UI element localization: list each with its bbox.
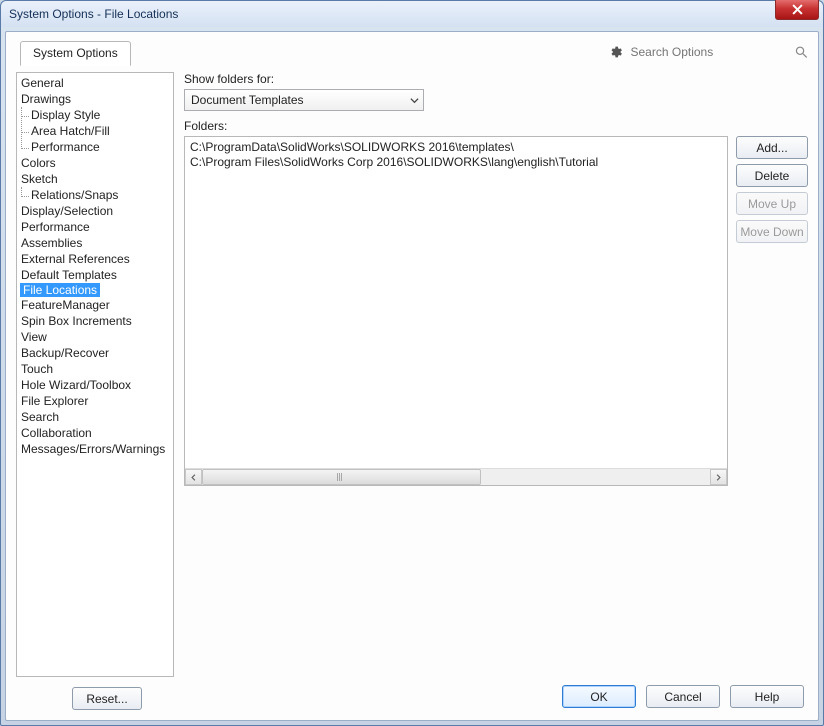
close-button[interactable] bbox=[775, 0, 819, 20]
cancel-button[interactable]: Cancel bbox=[646, 685, 720, 708]
horizontal-scrollbar[interactable] bbox=[185, 468, 727, 485]
add-button[interactable]: Add... bbox=[736, 136, 808, 159]
scroll-track[interactable] bbox=[202, 469, 710, 485]
tree-item[interactable]: Colors bbox=[17, 155, 173, 171]
move-up-button[interactable]: Move Up bbox=[736, 192, 808, 215]
scroll-right-button[interactable] bbox=[710, 469, 727, 485]
tree-item[interactable]: External References bbox=[17, 251, 173, 267]
folders-label: Folders: bbox=[184, 119, 808, 133]
folders-listbox[interactable]: C:\ProgramData\SolidWorks\SOLIDWORKS 201… bbox=[184, 136, 728, 486]
show-folders-label: Show folders for: bbox=[184, 72, 808, 86]
chevron-down-icon bbox=[410, 96, 419, 105]
scroll-thumb[interactable] bbox=[202, 469, 481, 485]
delete-button[interactable]: Delete bbox=[736, 164, 808, 187]
tree-item[interactable]: Messages/Errors/Warnings bbox=[17, 441, 173, 457]
close-icon bbox=[792, 4, 803, 15]
move-down-button[interactable]: Move Down bbox=[736, 220, 808, 243]
tree-item[interactable]: Default Templates bbox=[17, 267, 173, 283]
titlebar: System Options - File Locations bbox=[1, 1, 823, 27]
tree-item[interactable]: FeatureManager bbox=[17, 297, 173, 313]
window-title: System Options - File Locations bbox=[9, 7, 178, 21]
tree-item[interactable]: Touch bbox=[17, 361, 173, 377]
list-item[interactable]: C:\Program Files\SolidWorks Corp 2016\SO… bbox=[190, 155, 722, 170]
tree-item[interactable]: Search bbox=[17, 409, 173, 425]
tree-item[interactable]: Sketch bbox=[17, 171, 173, 187]
tree-item[interactable]: General bbox=[17, 75, 173, 91]
tree-item[interactable]: Backup/Recover bbox=[17, 345, 173, 361]
help-button[interactable]: Help bbox=[730, 685, 804, 708]
tree-item[interactable]: Performance bbox=[17, 219, 173, 235]
category-tree[interactable]: GeneralDrawings Display Style Area Hatch… bbox=[16, 72, 174, 677]
show-folders-combo[interactable]: Document Templates bbox=[184, 89, 424, 111]
combo-value: Document Templates bbox=[191, 93, 304, 107]
list-item[interactable]: C:\ProgramData\SolidWorks\SOLIDWORKS 201… bbox=[190, 140, 722, 155]
tree-item[interactable]: Performance bbox=[27, 139, 173, 155]
options-dialog: System Options - File Locations System O… bbox=[0, 0, 824, 726]
tab-system-options[interactable]: System Options bbox=[20, 41, 131, 66]
file-locations-panel: Show folders for: Document Templates Fol… bbox=[184, 72, 808, 677]
tree-item[interactable]: View bbox=[17, 329, 173, 345]
tree-item[interactable]: Drawings bbox=[17, 91, 173, 107]
tree-item[interactable]: Spin Box Increments bbox=[17, 313, 173, 329]
tree-item[interactable]: Display Style bbox=[27, 107, 173, 123]
tree-item[interactable]: Hole Wizard/Toolbox bbox=[17, 377, 173, 393]
tree-item[interactable]: File Locations bbox=[20, 283, 100, 297]
ok-button[interactable]: OK bbox=[562, 685, 636, 708]
tree-item[interactable]: Relations/Snaps bbox=[27, 187, 173, 203]
scroll-left-button[interactable] bbox=[185, 469, 202, 485]
tree-item[interactable]: File Explorer bbox=[17, 393, 173, 409]
tree-item[interactable]: Collaboration bbox=[17, 425, 173, 441]
tree-item[interactable]: Area Hatch/Fill bbox=[27, 123, 173, 139]
reset-button[interactable]: Reset... bbox=[72, 687, 142, 710]
tree-item[interactable]: Assemblies bbox=[17, 235, 173, 251]
dialog-body: System Options GeneralDrawings Display S… bbox=[5, 31, 819, 721]
tree-item[interactable]: Display/Selection bbox=[17, 203, 173, 219]
